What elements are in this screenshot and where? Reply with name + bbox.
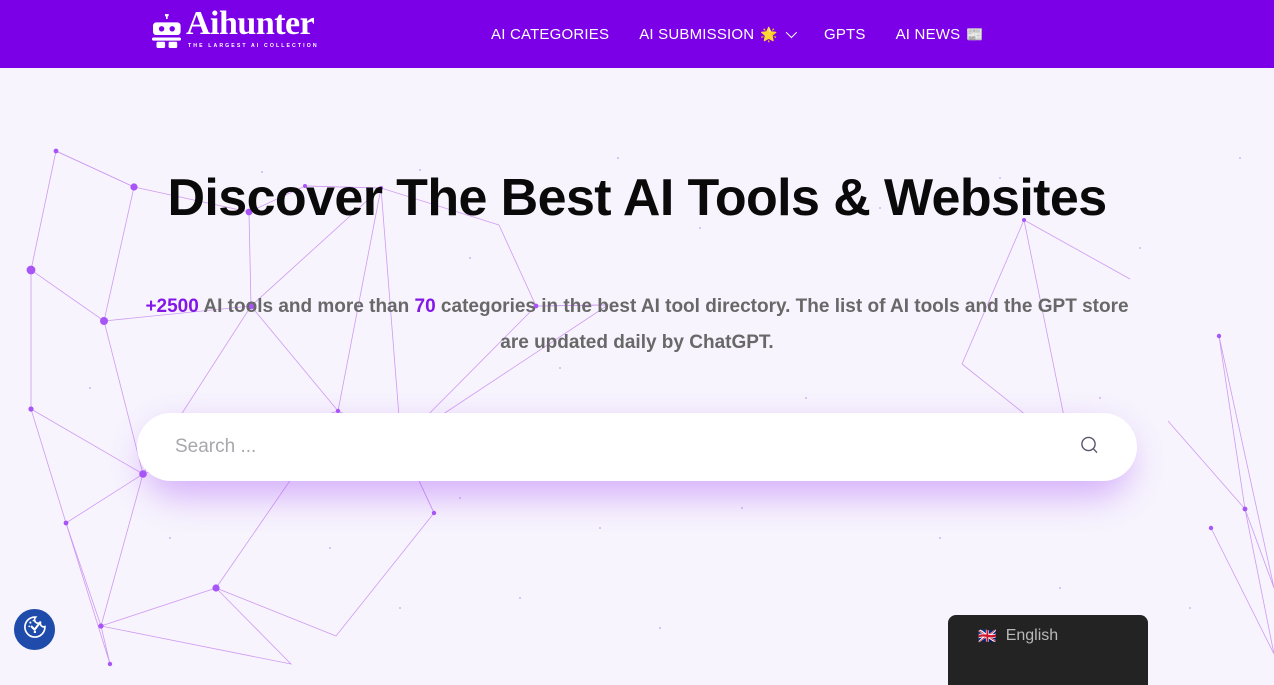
chevron-down-icon — [785, 26, 798, 39]
subtitle-part-2: categories in the best AI tool directory… — [435, 296, 1129, 354]
network-background-pattern — [26, 148, 1274, 667]
main-navigation: AI CATEGORIES AI SUBMISSION 🌟 GPTS AI NE… — [476, 0, 999, 68]
nav-label: AI SUBMISSION — [639, 25, 755, 43]
nav-label: AI CATEGORIES — [491, 25, 610, 43]
robot-icon — [152, 13, 182, 48]
search-icon — [1078, 434, 1102, 461]
accessibility-widget-button[interactable] — [14, 609, 55, 650]
star-icon: 🌟 — [760, 25, 778, 42]
nav-label: GPTS — [823, 25, 866, 43]
hero-section: Discover The Best AI Tools & Websites +2… — [0, 68, 1274, 667]
search-button[interactable] — [1077, 434, 1103, 460]
nav-item-ai-categories[interactable]: AI CATEGORIES — [476, 0, 624, 68]
nav-item-gpts[interactable]: GPTS — [809, 0, 881, 68]
nav-label: AI NEWS — [895, 25, 961, 43]
hero-content: Discover The Best AI Tools & Websites +2… — [0, 169, 1274, 361]
tools-count: +2500 — [145, 296, 199, 318]
search-input[interactable] — [175, 436, 1077, 458]
uk-flag-icon: 🇬🇧 — [978, 627, 997, 645]
categories-count: 70 — [414, 296, 436, 318]
site-header: Aihunter THE LARGEST AI COLLECTION AI CA… — [0, 0, 1274, 68]
language-switcher-row: 🇬🇧 English — [978, 627, 1058, 645]
logo-wordmark: Aihunter — [186, 5, 315, 42]
subtitle-part-1: AI tools and more than — [198, 296, 415, 318]
nav-item-ai-submission[interactable]: AI SUBMISSION 🌟 — [624, 0, 809, 68]
accessibility-cookie-icon — [22, 614, 48, 645]
language-switcher[interactable]: 🇬🇧 English — [948, 615, 1148, 685]
site-logo[interactable]: Aihunter THE LARGEST AI COLLECTION — [152, 7, 319, 49]
newspaper-icon: 📰 — [966, 25, 984, 42]
search-box[interactable] — [137, 413, 1137, 481]
page-title: Discover The Best AI Tools & Websites — [167, 169, 1107, 227]
nav-item-ai-news[interactable]: AI NEWS 📰 — [881, 0, 999, 68]
language-label: English — [1005, 627, 1059, 644]
hero-subtitle: +2500 AI tools and more than 70 categori… — [137, 289, 1137, 361]
search-bar — [137, 413, 1137, 497]
logo-tagline: THE LARGEST AI COLLECTION — [188, 43, 319, 49]
